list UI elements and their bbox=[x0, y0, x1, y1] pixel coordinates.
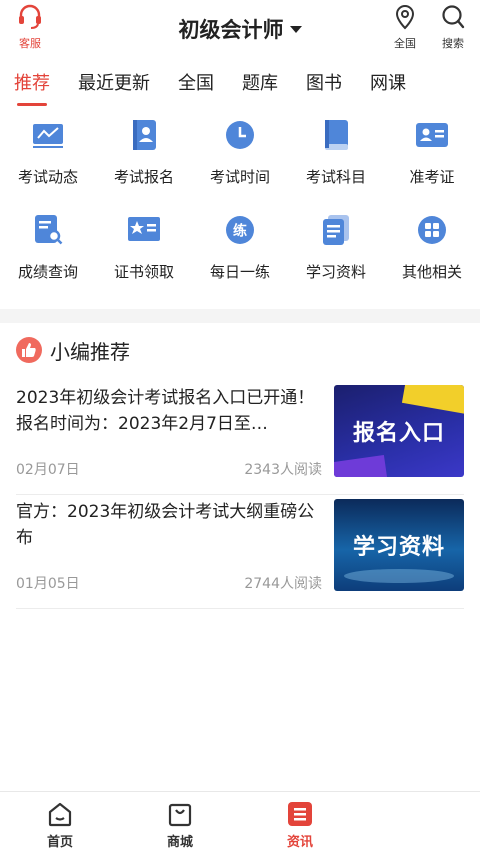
region-label: 全国 bbox=[394, 37, 416, 50]
practice-icon: 练 bbox=[226, 216, 254, 244]
grid-label: 准考证 bbox=[409, 168, 455, 186]
news-read-count: 2343人阅读 bbox=[244, 462, 322, 478]
nav-home[interactable]: 首页 bbox=[0, 792, 120, 853]
thumbnail-text: 报名入口 bbox=[352, 421, 445, 446]
tab-national[interactable]: 全国 bbox=[178, 66, 214, 102]
section-divider bbox=[0, 309, 480, 323]
certificate-icon bbox=[128, 217, 160, 241]
tab-recent-updates[interactable]: 最近更新 bbox=[78, 66, 150, 102]
tab-books[interactable]: 图书 bbox=[306, 66, 342, 102]
caret-down-icon bbox=[289, 26, 302, 33]
grid-item-other[interactable]: 其他相关 bbox=[384, 213, 480, 282]
id-card-icon bbox=[416, 123, 448, 147]
news-date: 02月07日 bbox=[16, 462, 80, 478]
grid-item-certificate[interactable]: 证书领取 bbox=[96, 213, 192, 282]
grid-label: 每日一练 bbox=[209, 263, 270, 281]
top-header: 客服 初级会计师 全国 搜索 bbox=[0, 0, 480, 58]
nav-label: 商城 bbox=[166, 835, 193, 850]
grid-item-exam-news[interactable]: 考试动态 bbox=[0, 118, 96, 187]
svg-text:练: 练 bbox=[233, 223, 247, 240]
grid-label: 其他相关 bbox=[401, 263, 462, 281]
id-book-icon bbox=[133, 120, 156, 150]
news-item[interactable]: 2023年初级会计考试报名入口已开通！报名时间为：2023年2月7日至… 02月… bbox=[16, 385, 464, 495]
editor-picks-header: 小编推荐 bbox=[16, 333, 130, 367]
book-icon bbox=[325, 120, 348, 150]
grid-label: 考试科目 bbox=[305, 168, 366, 186]
grid-label: 考试报名 bbox=[113, 168, 174, 186]
news-item[interactable]: 官方：2023年初级会计考试大纲重磅公布 01月05日 2744人阅读 学习资料 bbox=[16, 499, 464, 609]
nav-label: 资讯 bbox=[286, 835, 313, 850]
bottom-navigation: 首页 商城 资讯 bbox=[0, 791, 480, 853]
category-tabs: 推荐 最近更新 全国 题库 图书 网课 bbox=[0, 66, 480, 106]
news-read-count: 2744人阅读 bbox=[244, 576, 322, 592]
news-list-icon bbox=[288, 802, 312, 826]
news-thumbnail: 报名入口 bbox=[334, 385, 464, 477]
grid-label: 成绩查询 bbox=[17, 263, 78, 281]
page-title: 初级会计师 bbox=[178, 18, 284, 42]
home-icon bbox=[48, 802, 72, 827]
nav-news[interactable]: 资讯 bbox=[240, 792, 360, 853]
news-title: 官方：2023年初级会计考试大纲重磅公布 bbox=[16, 502, 315, 548]
location-pin-icon bbox=[395, 4, 415, 30]
nav-mall[interactable]: 商城 bbox=[120, 792, 240, 853]
search-button[interactable]: 搜索 bbox=[438, 4, 468, 51]
grid-item-exam-time[interactable]: 考试时间 bbox=[192, 118, 288, 187]
grid-item-exam-subjects[interactable]: 考试科目 bbox=[288, 118, 384, 187]
nav-label: 首页 bbox=[46, 835, 73, 850]
grid-item-admission-ticket[interactable]: 准考证 bbox=[384, 118, 480, 187]
thumbs-up-icon bbox=[16, 337, 42, 363]
shopping-bag-icon bbox=[168, 803, 192, 827]
grid-item-daily-practice[interactable]: 练 每日一练 bbox=[192, 213, 288, 282]
search-label: 搜索 bbox=[442, 37, 464, 50]
grid-label: 学习资料 bbox=[305, 263, 366, 281]
clock-icon bbox=[226, 121, 254, 149]
tab-question-bank[interactable]: 题库 bbox=[242, 66, 278, 102]
tab-online-courses[interactable]: 网课 bbox=[370, 66, 406, 102]
apps-icon bbox=[418, 216, 446, 244]
news-thumbnail: 学习资料 bbox=[334, 499, 464, 591]
chart-doc-icon bbox=[33, 124, 63, 148]
news-date: 01月05日 bbox=[16, 576, 80, 592]
tab-recommend[interactable]: 推荐 bbox=[14, 66, 50, 106]
grid-label: 证书领取 bbox=[113, 263, 174, 281]
doc-search-icon bbox=[35, 215, 63, 245]
search-icon bbox=[442, 5, 465, 29]
grid-label: 考试时间 bbox=[209, 168, 270, 186]
grid-item-score-inquiry[interactable]: 成绩查询 bbox=[0, 213, 96, 282]
grid-label: 考试动态 bbox=[17, 168, 78, 186]
grid-item-study-materials[interactable]: 学习资料 bbox=[288, 213, 384, 282]
region-button[interactable]: 全国 bbox=[390, 4, 420, 51]
section-title: 小编推荐 bbox=[50, 339, 130, 364]
thumbnail-text: 学习资料 bbox=[352, 535, 445, 560]
docs-icon bbox=[323, 215, 349, 245]
news-title: 2023年初级会计考试报名入口已开通！报名时间为：2023年2月7日至… bbox=[16, 388, 315, 434]
quick-entry-grid: 考试动态 考试报名 考试时间 考试科目 准考证 成绩查询 证书领取 练 每日一练… bbox=[0, 118, 480, 282]
grid-item-exam-registration[interactable]: 考试报名 bbox=[96, 118, 192, 187]
